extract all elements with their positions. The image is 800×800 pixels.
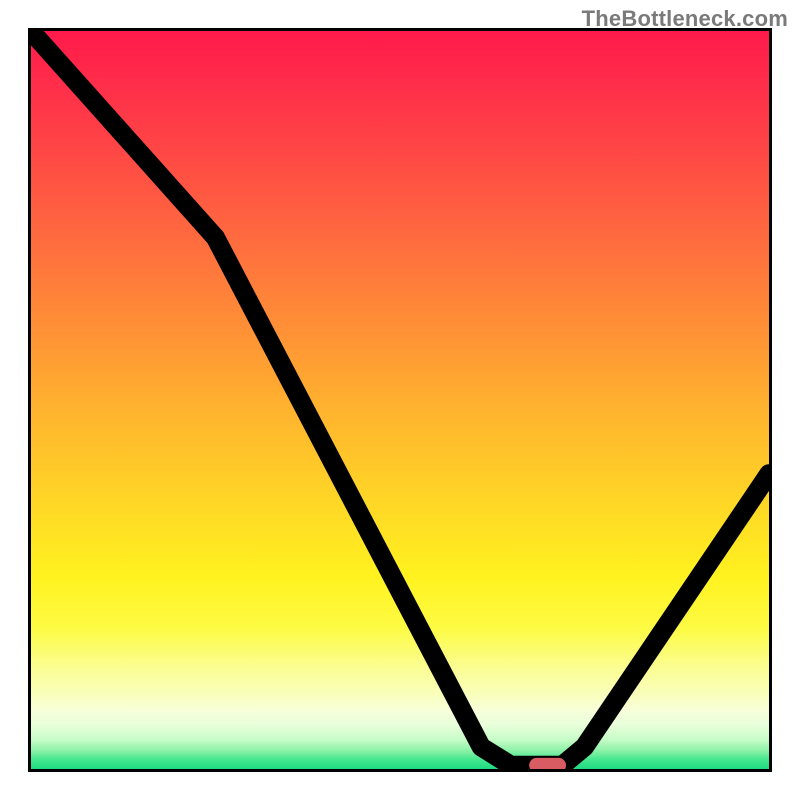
chart-container: TheBottleneck.com xyxy=(0,0,800,800)
bottleneck-curve xyxy=(31,31,769,765)
line-overlay xyxy=(31,31,769,769)
optimal-marker xyxy=(529,758,566,769)
plot-area xyxy=(28,28,772,772)
